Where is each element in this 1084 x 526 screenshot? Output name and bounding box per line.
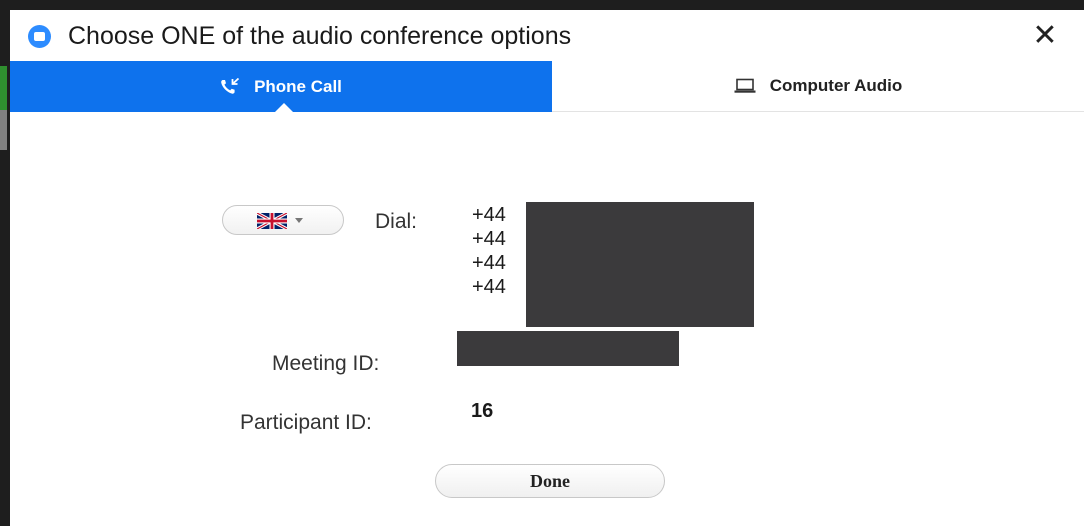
country-select[interactable]	[222, 205, 344, 235]
dial-number: +44	[472, 276, 506, 298]
redacted-dial-numbers	[526, 202, 754, 327]
dial-number-list: +44 +44 +44 +44	[472, 203, 506, 299]
participant-id-value: 16	[471, 400, 494, 422]
desktop-left-accent-gray	[0, 110, 7, 150]
participant-id-label: Participant ID:	[240, 411, 372, 434]
tab-phone-call[interactable]: Phone Call	[10, 61, 552, 113]
chevron-down-icon	[295, 218, 303, 223]
tab-computer-audio[interactable]: Computer Audio	[552, 61, 1084, 112]
redacted-meeting-id	[457, 331, 679, 366]
close-icon: ✕	[1032, 19, 1058, 52]
tab-computer-audio-label: Computer Audio	[769, 76, 903, 95]
title-bar: Choose ONE of the audio conference optio…	[10, 10, 1084, 60]
audio-tabs: Phone Call Computer Audio	[10, 61, 1084, 113]
done-button[interactable]: Done	[435, 464, 665, 498]
dial-number: +44	[472, 228, 506, 250]
dial-label: Dial:	[375, 210, 418, 233]
tab-phone-call-label: Phone Call	[254, 76, 342, 96]
laptop-icon	[734, 78, 756, 94]
dialog-title: Choose ONE of the audio conference optio…	[68, 22, 572, 50]
phone-call-icon	[220, 77, 240, 96]
close-button[interactable]: ✕	[1020, 16, 1070, 56]
audio-options-dialog: Choose ONE of the audio conference optio…	[10, 10, 1084, 526]
desktop-top-edge	[0, 0, 1084, 10]
uk-flag-icon	[256, 211, 288, 231]
zoom-camera-icon	[28, 25, 51, 48]
meeting-id-label: Meeting ID:	[272, 352, 380, 375]
dial-number: +44	[472, 204, 506, 226]
dial-number: +44	[472, 252, 506, 274]
